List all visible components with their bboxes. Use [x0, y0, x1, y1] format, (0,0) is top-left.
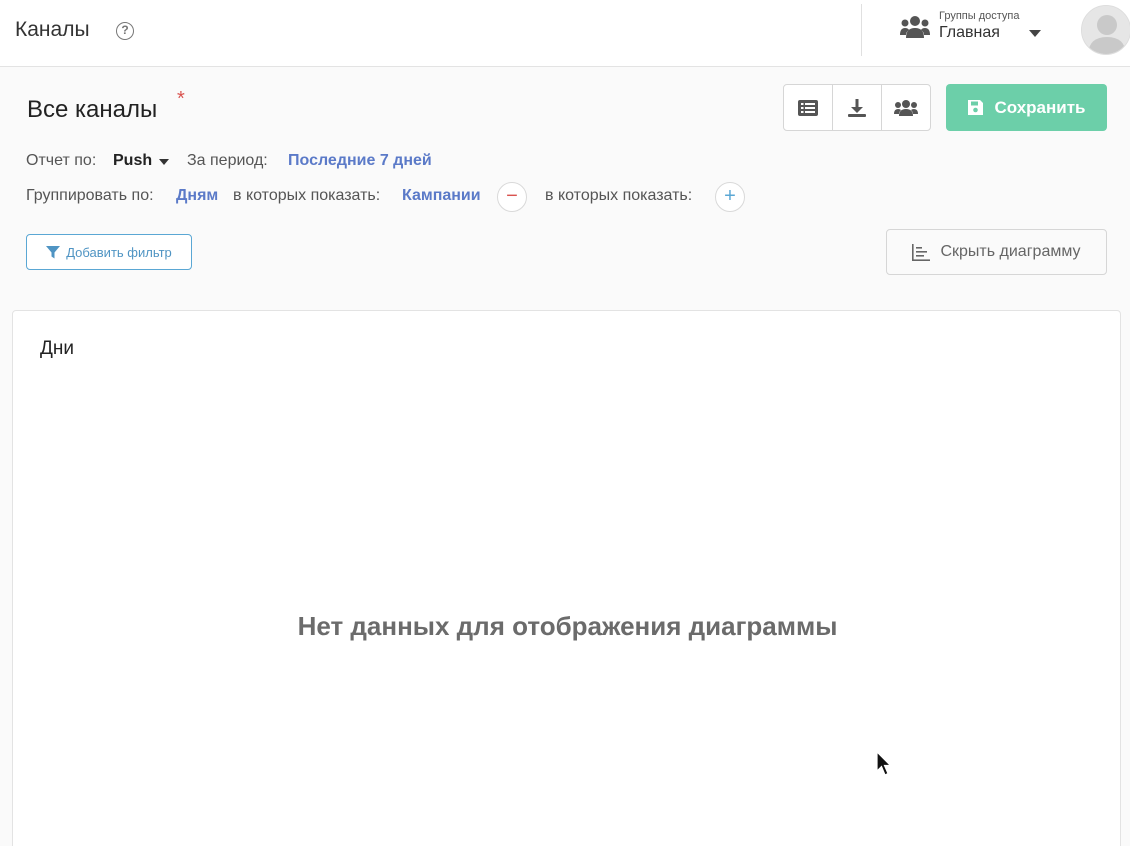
- remove-grouping-button[interactable]: −: [497, 182, 527, 212]
- users-icon: [894, 99, 918, 116]
- page-title: Каналы: [15, 18, 90, 41]
- show-in-select-1[interactable]: Кампании: [402, 187, 481, 205]
- hide-chart-button[interactable]: Скрыть диаграмму: [886, 229, 1107, 275]
- help-icon[interactable]: ?: [116, 22, 134, 40]
- report-by-select[interactable]: Push: [113, 152, 152, 170]
- period-select[interactable]: Последние 7 дней: [288, 152, 432, 170]
- show-in-label-2: в которых показать:: [545, 187, 693, 204]
- empty-chart-message: Нет данных для отображения диаграммы: [297, 611, 838, 641]
- show-in-label-1: в которых показать:: [233, 187, 381, 204]
- avatar[interactable]: [1081, 5, 1130, 55]
- chart-panel: Дни Нет данных для отображения диаграммы: [12, 310, 1121, 846]
- caret-down-icon[interactable]: [159, 159, 169, 165]
- top-bar: Каналы ? Группы доступа Главная: [0, 0, 1130, 67]
- save-button[interactable]: Сохранить: [946, 84, 1107, 131]
- report-by-label: Отчет по:: [26, 152, 97, 169]
- chart-panel-title: Дни: [40, 338, 74, 359]
- report-actions-group: [783, 84, 931, 131]
- group-by-select[interactable]: Дням: [176, 187, 218, 205]
- required-mark: *: [177, 88, 185, 110]
- chevron-down-icon[interactable]: [1029, 30, 1041, 37]
- list-icon: [798, 99, 818, 116]
- access-group-select[interactable]: Главная: [939, 24, 1000, 42]
- chart-icon: [912, 243, 931, 261]
- group-by-label: Группировать по:: [26, 187, 154, 204]
- share-users-button[interactable]: [882, 85, 930, 130]
- header-divider: [861, 4, 862, 56]
- mouse-cursor-icon: [876, 751, 892, 776]
- access-group-caption: Группы доступа: [939, 10, 1020, 22]
- save-button-label: Сохранить: [994, 97, 1086, 117]
- hide-chart-label: Скрыть диаграмму: [940, 243, 1081, 260]
- save-icon: [968, 100, 984, 115]
- download-button[interactable]: [833, 85, 882, 130]
- period-label: За период:: [187, 152, 268, 169]
- add-grouping-button[interactable]: +: [715, 182, 745, 212]
- list-view-button[interactable]: [784, 85, 833, 130]
- add-filter-label: Добавить фильтр: [66, 244, 172, 260]
- add-filter-button[interactable]: Добавить фильтр: [26, 234, 192, 270]
- report-title: Все каналы: [27, 96, 158, 123]
- users-group-icon[interactable]: [900, 14, 930, 40]
- user-avatar-icon: [1082, 6, 1130, 54]
- download-icon: [848, 98, 866, 117]
- filter-icon: [46, 245, 61, 258]
